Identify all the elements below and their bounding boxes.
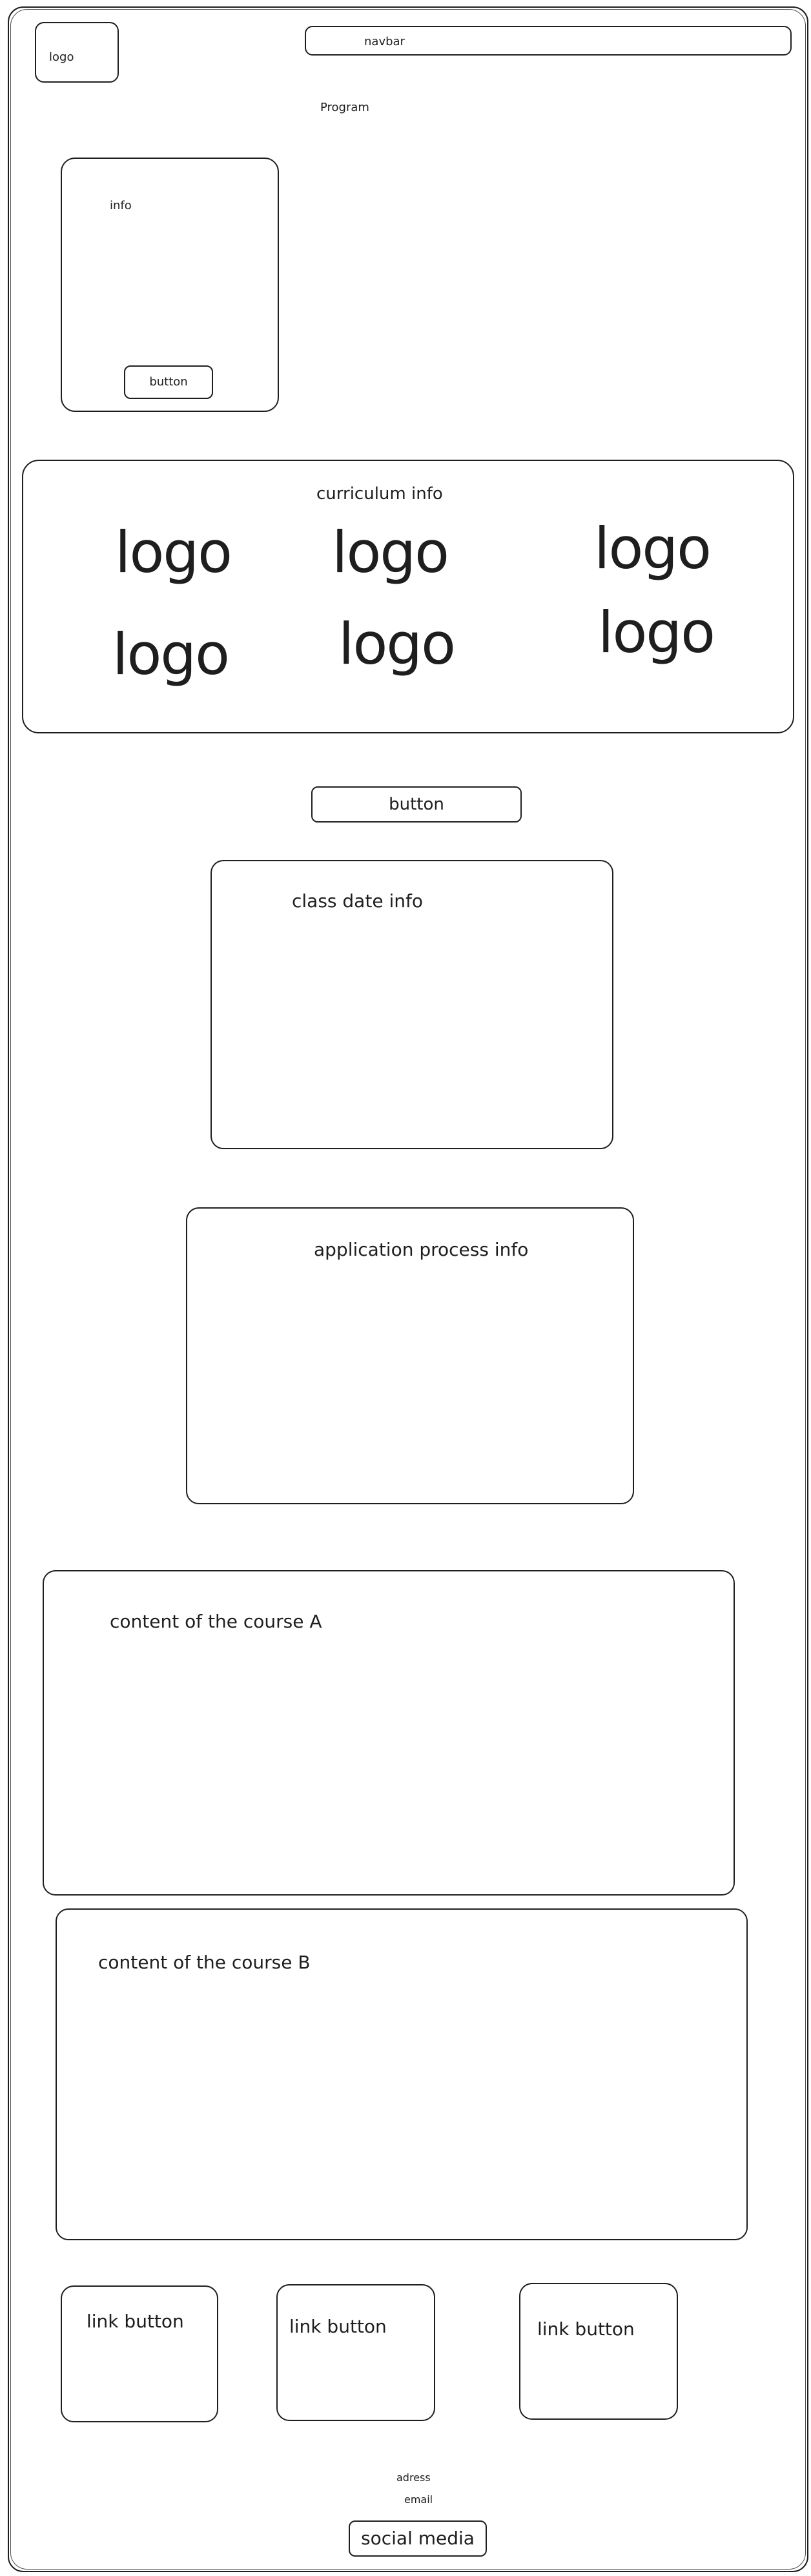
application-title: application process info — [314, 1239, 529, 1260]
curriculum-logo-1: logo — [115, 519, 232, 586]
info-card: info button — [61, 158, 279, 412]
logo-box[interactable]: logo — [35, 22, 119, 83]
main-button-label: button — [389, 795, 444, 814]
social-media-button[interactable]: social media — [349, 2520, 487, 2557]
info-button-label: button — [149, 375, 188, 389]
link-button-1[interactable]: link button — [61, 2285, 218, 2422]
curriculum-title: curriculum info — [316, 484, 443, 504]
info-text: info — [110, 199, 132, 212]
link-button-1-label: link button — [87, 2311, 184, 2332]
curriculum-logo-6: logo — [598, 599, 715, 666]
course-a-section: content of the course A — [43, 1570, 735, 1896]
footer-address: adress — [396, 2471, 431, 2484]
course-b-title: content of the course B — [98, 1952, 311, 1973]
footer-email: email — [404, 2493, 433, 2506]
page-title: Program — [320, 101, 369, 114]
curriculum-logo-2: logo — [332, 519, 449, 586]
course-a-title: content of the course A — [110, 1611, 322, 1632]
curriculum-logo-5: logo — [338, 611, 456, 677]
curriculum-section: curriculum info logo logo logo logo logo… — [22, 460, 794, 733]
info-button[interactable]: button — [124, 365, 213, 399]
class-date-title: class date info — [292, 890, 423, 912]
social-media-label: social media — [361, 2528, 475, 2549]
link-button-2-label: link button — [289, 2316, 387, 2337]
curriculum-logo-4: logo — [112, 621, 230, 688]
navbar-label: navbar — [364, 35, 405, 48]
link-button-3-label: link button — [537, 2318, 635, 2340]
course-b-section: content of the course B — [56, 1908, 748, 2240]
curriculum-logo-3: logo — [594, 515, 712, 582]
class-date-card: class date info — [210, 860, 613, 1149]
application-card: application process info — [186, 1207, 634, 1504]
navbar[interactable]: navbar — [305, 26, 792, 56]
logo-label: logo — [49, 50, 74, 64]
main-button[interactable]: button — [311, 786, 522, 823]
link-button-2[interactable]: link button — [276, 2284, 435, 2421]
link-button-3[interactable]: link button — [519, 2283, 678, 2420]
